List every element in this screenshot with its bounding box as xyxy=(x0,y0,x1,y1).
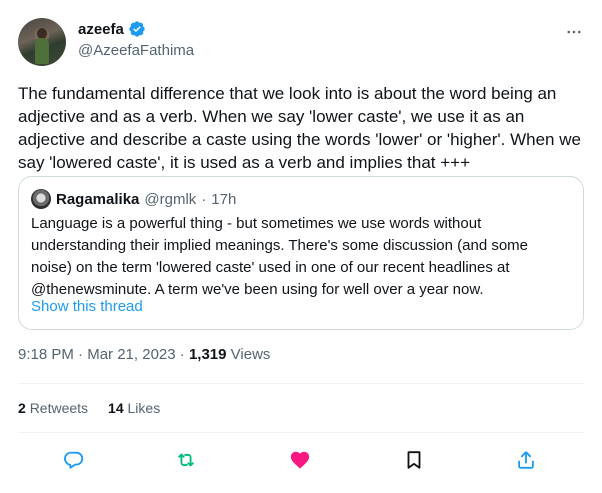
share-button[interactable] xyxy=(514,448,538,472)
quoted-tweet-header: Ragamalika @rgmlk · 17h xyxy=(31,189,236,209)
avatar-figure-shape xyxy=(35,38,49,64)
quoted-author-avatar xyxy=(31,189,51,209)
tweet-date[interactable]: Mar 21, 2023 xyxy=(87,346,175,363)
action-bar xyxy=(0,446,602,474)
show-thread-link[interactable]: Show this thread xyxy=(31,298,143,315)
divider xyxy=(18,432,584,433)
retweet-icon xyxy=(178,453,194,467)
likes-label: Likes xyxy=(127,400,161,416)
author-display-name[interactable]: azeefa xyxy=(78,21,124,38)
author-handle[interactable]: @AzeefaFathima xyxy=(78,42,194,59)
reply-icon xyxy=(64,451,84,469)
tweet-card: azeefa @AzeefaFathima The fundamental di… xyxy=(0,0,602,493)
verified-badge-icon xyxy=(129,21,145,37)
retweets-count: 2 xyxy=(18,400,26,416)
reply-button[interactable] xyxy=(62,448,86,472)
quoted-tweet[interactable]: Ragamalika @rgmlk · 17h Language is a po… xyxy=(18,176,584,330)
retweets-stat[interactable]: 2 Retweets xyxy=(18,400,88,416)
more-options-icon[interactable] xyxy=(564,22,584,42)
quoted-time: 17h xyxy=(211,190,237,208)
meta-separator: · xyxy=(179,346,185,363)
tweet-text: The fundamental difference that we look … xyxy=(18,84,581,172)
tweet-time[interactable]: 9:18 PM xyxy=(18,346,74,363)
meta-separator: · xyxy=(78,346,84,363)
retweet-button[interactable] xyxy=(174,448,198,472)
quoted-author-name: Ragamalika xyxy=(56,190,140,208)
views-count: 1,319 xyxy=(188,346,227,363)
tweet-stats: 2 Retweets 14 Likes xyxy=(18,400,160,416)
quoted-separator: · xyxy=(201,190,207,208)
like-button[interactable] xyxy=(288,448,312,472)
like-heart-icon xyxy=(290,451,310,469)
likes-count: 14 xyxy=(108,400,124,416)
tweet-meta: 9:18 PM · Mar 21, 2023 · 1,319 Views xyxy=(18,346,270,363)
bookmark-button[interactable] xyxy=(402,448,426,472)
divider xyxy=(18,383,584,384)
quoted-tweet-text: Language is a powerful thing - but somet… xyxy=(31,215,529,298)
views-label: Views xyxy=(230,346,271,363)
share-icon xyxy=(518,451,534,469)
more-dots-icon xyxy=(567,30,581,34)
retweets-label: Retweets xyxy=(29,400,89,416)
quoted-author-handle: @rgmlk xyxy=(144,190,197,208)
bookmark-icon xyxy=(407,451,421,469)
author-avatar[interactable] xyxy=(18,18,66,66)
likes-stat[interactable]: 14 Likes xyxy=(108,400,160,416)
author-name-row: azeefa xyxy=(78,20,146,38)
